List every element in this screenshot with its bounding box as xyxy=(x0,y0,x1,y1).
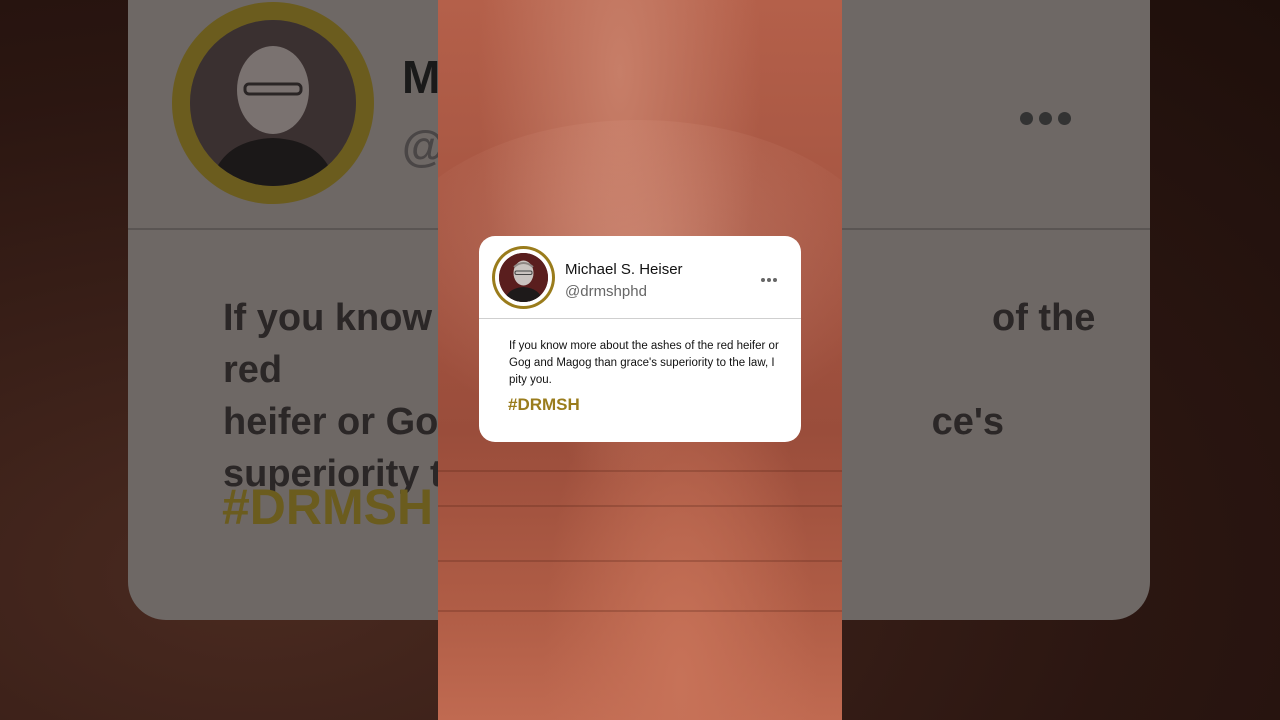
background-hashtag: #DRMSH xyxy=(222,479,434,535)
more-options-button[interactable] xyxy=(759,274,779,286)
background-more-icon xyxy=(1020,112,1071,125)
background-name-fragment: M xyxy=(402,51,441,103)
author-name[interactable]: Michael S. Heiser xyxy=(565,261,683,278)
card-divider xyxy=(479,318,801,319)
tweet-card: Michael S. Heiser @drmshphd If you know … xyxy=(479,236,801,442)
avatar-photo xyxy=(499,253,548,302)
avatar[interactable] xyxy=(492,246,555,309)
tweet-body: If you know more about the ashes of the … xyxy=(509,340,779,386)
background-avatar xyxy=(172,2,374,204)
hashtag-link[interactable]: #DRMSH xyxy=(508,395,580,415)
author-handle[interactable]: @drmshphd xyxy=(565,283,647,300)
more-horizontal-icon xyxy=(761,278,765,282)
background-avatar-photo xyxy=(190,20,356,186)
